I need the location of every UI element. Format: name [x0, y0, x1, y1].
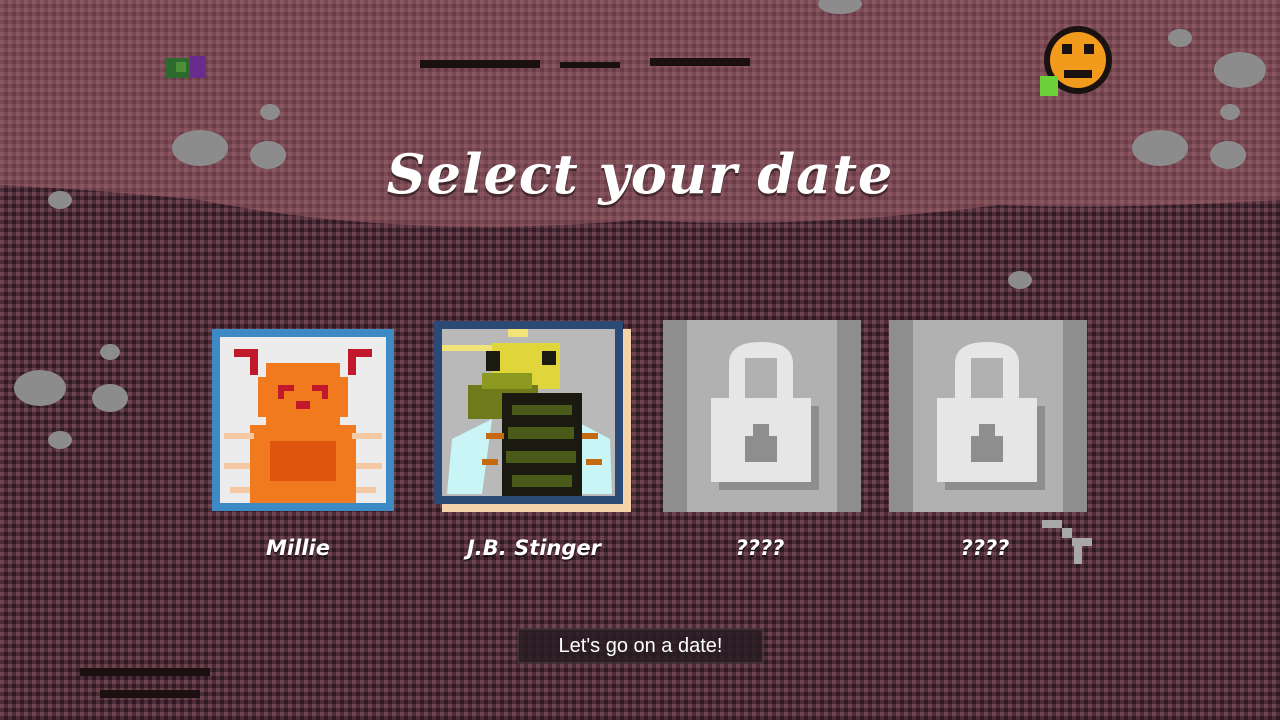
character-name-jb-stinger: J.B. Stinger [466, 536, 602, 560]
page-title: Select your date [386, 142, 894, 206]
ant-portrait-icon [220, 337, 386, 503]
character-name-locked-2: ???? [960, 536, 1010, 560]
leaf-decoration [166, 56, 206, 78]
character-card-millie[interactable] [212, 329, 394, 511]
lock-icon [687, 320, 837, 512]
dirt-background [0, 0, 1280, 720]
character-card-locked-2[interactable] [889, 320, 1087, 512]
wasp-portrait-icon [442, 329, 615, 496]
character-name-millie: Millie [266, 536, 330, 560]
character-card-locked-1[interactable] [663, 320, 861, 512]
lock-icon [913, 320, 1063, 512]
character-name-locked-1: ???? [735, 536, 785, 560]
character-card-jb-stinger[interactable] [434, 321, 623, 504]
start-date-button[interactable]: Let's go on a date! [519, 630, 762, 662]
